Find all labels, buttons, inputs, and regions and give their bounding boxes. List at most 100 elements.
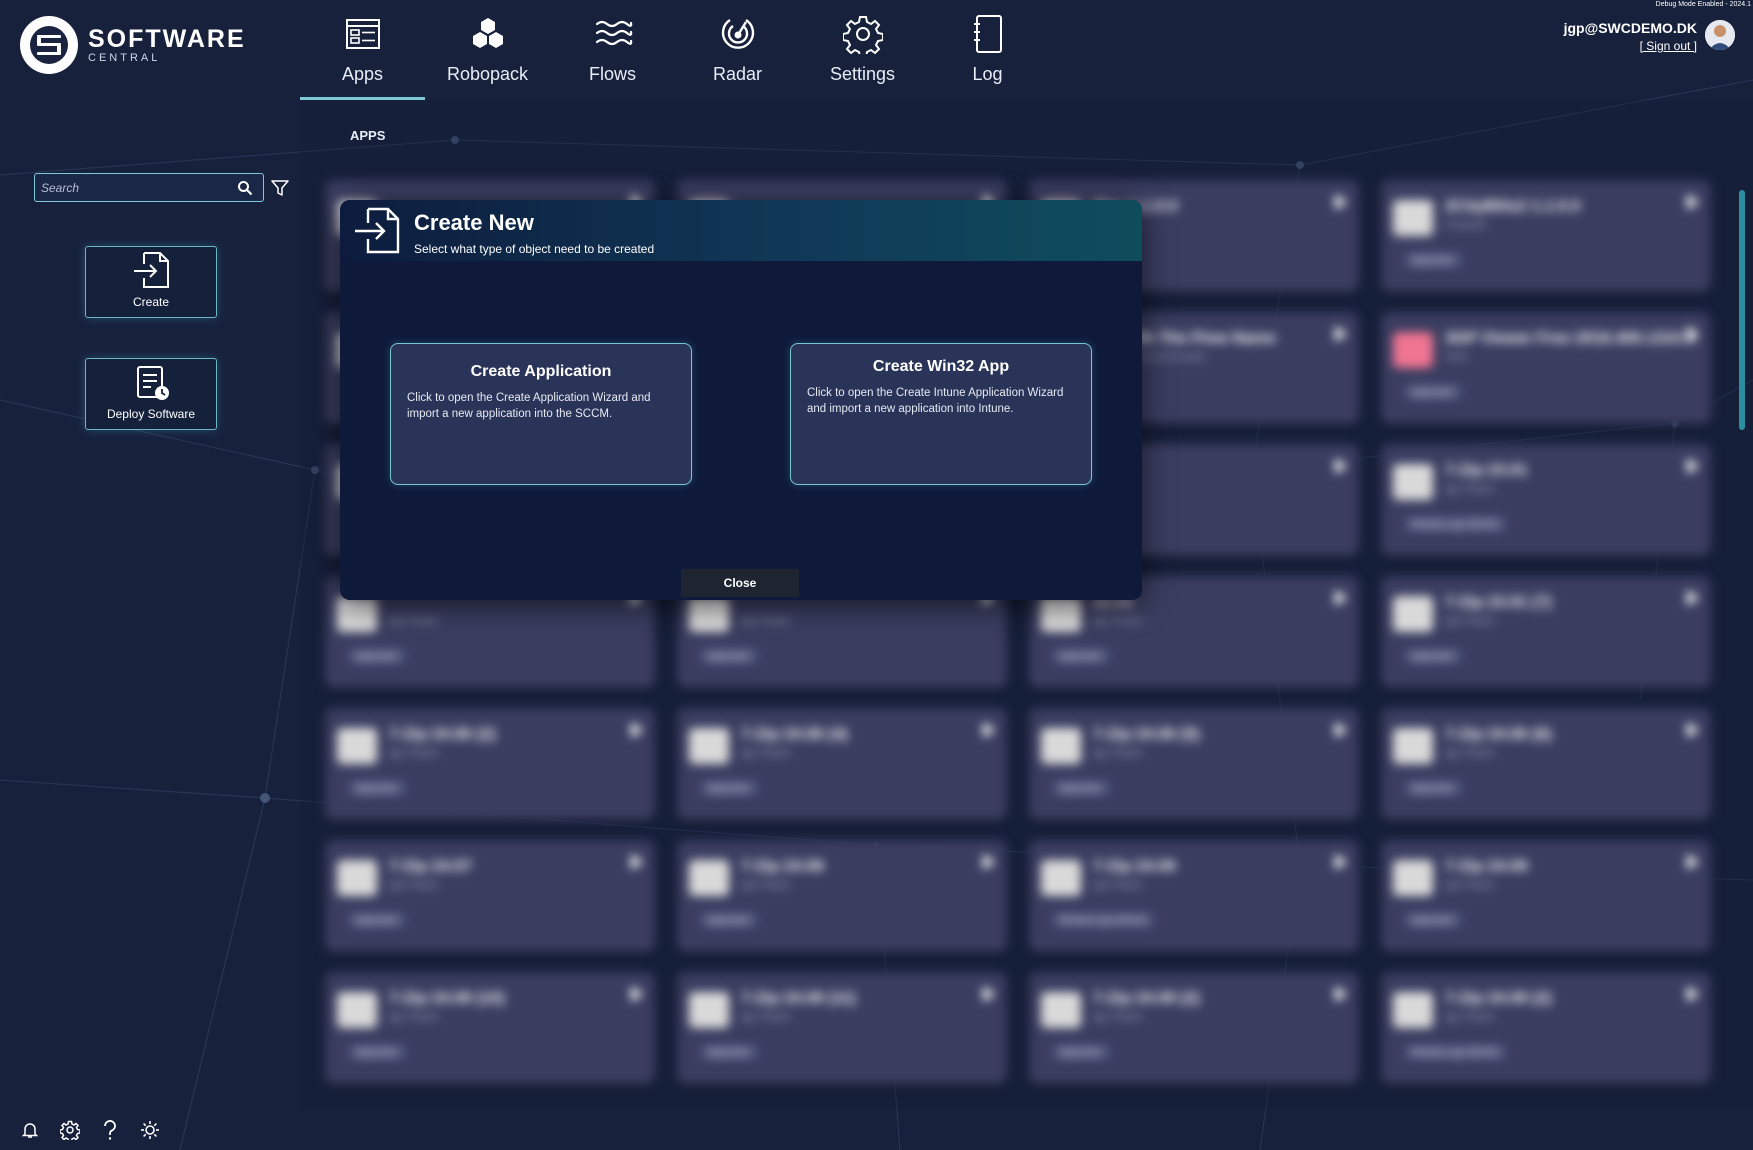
create-button[interactable]: Create: [85, 246, 217, 318]
app-tile-name: 7-Zip 23.01 (7): [1445, 594, 1552, 611]
play-icon[interactable]: [1335, 458, 1347, 474]
preferences-button[interactable]: [50, 1117, 90, 1143]
filter-icon[interactable]: [271, 179, 289, 197]
deploy-software-icon: [137, 366, 169, 400]
gear-icon: [842, 16, 883, 54]
nav-flows-label: Flows: [588, 64, 636, 84]
app-tile[interactable]: 3GP Viewer Free 2016.400.1310.0 Aone Appli…: [1381, 312, 1711, 424]
app-tile-type-badge: Windows app (Win32): [1403, 1044, 1508, 1060]
app-tile[interactable]: 7-Zip 24.06 (6) Igor Pavlov Application: [1381, 708, 1711, 820]
app-tile[interactable]: 7-Zip 24.06 (4) Igor Pavlov Application: [677, 708, 1007, 820]
scrollbar[interactable]: [1739, 190, 1745, 430]
app-tile-icon: [1393, 860, 1433, 896]
app-tile[interactable]: 7-Zip 24.09 Igor Pavlov Application: [1381, 840, 1711, 952]
play-icon[interactable]: [1687, 326, 1699, 342]
nav-settings-label: Settings: [829, 64, 896, 84]
app-tile[interactable]: 7-Zip 24.06 (2) Igor Pavlov Application: [325, 708, 655, 820]
app-tile[interactable]: 7-Zip 24.09 (2) Igor Pavlov Windows app (W…: [1381, 972, 1711, 1084]
nav-radar-label: Radar: [712, 64, 763, 84]
play-icon[interactable]: [983, 722, 995, 738]
main-nav: Apps Robopack Flows Radar Settings Log: [300, 0, 1050, 100]
play-icon[interactable]: [631, 986, 643, 1002]
help-button[interactable]: [90, 1117, 130, 1143]
app-tile-name: 7-Zip 24.09 (11): [741, 990, 856, 1007]
app-tile-icon: [337, 992, 377, 1028]
app-tile-icon: [1393, 728, 1433, 764]
dialog-header: Create New Select what type of object ne…: [340, 200, 1142, 261]
app-tile-name: 3GP Viewer Free 2016.400.1310.0: [1445, 330, 1696, 347]
play-icon[interactable]: [1335, 986, 1347, 1002]
theme-toggle-button[interactable]: [130, 1117, 170, 1143]
play-icon[interactable]: [983, 986, 995, 1002]
play-icon[interactable]: [1687, 458, 1699, 474]
search-input[interactable]: [41, 180, 231, 195]
play-icon[interactable]: [1687, 986, 1699, 1002]
sign-out-link[interactable]: [ Sign out ]: [1640, 39, 1697, 53]
app-tile-type-badge: Application: [699, 1044, 760, 1060]
create-application-description: Click to open the Create Application Wiz…: [407, 392, 651, 420]
app-tile-publisher: Igor Pavlov: [1445, 1012, 1496, 1023]
create-icon: [134, 252, 169, 288]
play-icon[interactable]: [1335, 194, 1347, 210]
app-tile-type-badge: Application: [1403, 252, 1464, 268]
app-tile-publisher: Igor Pavlov: [1093, 616, 1144, 627]
app-tile-icon: [1041, 992, 1081, 1028]
close-button[interactable]: Close: [681, 569, 799, 597]
app-tile-publisher: Igor Pavlov: [1093, 880, 1144, 891]
play-icon[interactable]: [1687, 854, 1699, 870]
search-icon[interactable]: [237, 180, 253, 196]
create-win32-app-option[interactable]: Create Win32 App Click to open the Creat…: [790, 343, 1092, 485]
app-tile-name: 7-Zip 24.09 (2): [1093, 990, 1200, 1007]
apps-icon: [345, 19, 380, 49]
app-tile-icon: [337, 860, 377, 896]
play-icon[interactable]: [1335, 326, 1347, 342]
play-icon[interactable]: [1687, 722, 1699, 738]
play-icon[interactable]: [1335, 590, 1347, 606]
play-icon[interactable]: [1687, 590, 1699, 606]
app-tile-name: 7-Zip 24.09 (2): [1445, 990, 1552, 1007]
app-tile[interactable]: 7-Zip 24.08 Igor Pavlov Application: [677, 840, 1007, 952]
app-logo[interactable]: SOFTWARE CENTRAL: [20, 16, 246, 74]
app-tile-publisher: Igor Pavlov: [741, 748, 792, 759]
nav-radar[interactable]: Radar: [675, 0, 800, 100]
nav-apps[interactable]: Apps: [300, 0, 425, 100]
play-icon[interactable]: [1335, 854, 1347, 870]
app-tile[interactable]: 7-Zip 24.09 Igor Pavlov Windows app (Win32…: [1029, 840, 1359, 952]
app-tile-type-badge: Application: [1051, 1044, 1112, 1060]
avatar[interactable]: [1705, 20, 1735, 50]
logo-mark-icon: [20, 16, 78, 74]
app-tile[interactable]: 7-Zip 24.06 (5) Igor Pavlov Application: [1029, 708, 1359, 820]
play-icon[interactable]: [983, 854, 995, 870]
nav-log-label: Log: [972, 64, 1003, 84]
app-tile[interactable]: 7-Zip 24.09 (10) Igor Pavlov Application: [325, 972, 655, 1084]
app-tile-name: 7-Zip 24.06 (5): [1093, 726, 1200, 743]
app-tile[interactable]: 7-Zip 24.09 (2) Igor Pavlov Application: [1029, 972, 1359, 1084]
robopack-icon: [472, 18, 503, 48]
play-icon[interactable]: [631, 722, 643, 738]
play-icon[interactable]: [631, 854, 643, 870]
notifications-button[interactable]: [10, 1117, 50, 1143]
create-application-option[interactable]: Create Application Click to open the Cre…: [390, 343, 692, 485]
app-tile[interactable]: 7-Zip 23.01 (7) Igor Pavlov Application: [1381, 576, 1711, 688]
bottom-toolbar: [10, 1117, 170, 1143]
search-box: [34, 173, 264, 202]
create-new-dialog: Create New Select what type of object ne…: [340, 200, 1142, 600]
deploy-software-button[interactable]: Deploy Software: [85, 358, 217, 430]
nav-flows[interactable]: Flows: [550, 0, 675, 100]
deploy-software-label: Deploy Software: [106, 407, 196, 421]
sun-icon: [141, 1121, 159, 1139]
nav-log[interactable]: Log: [925, 0, 1050, 100]
nav-settings[interactable]: Settings: [800, 0, 925, 100]
app-tile-icon: [337, 728, 377, 764]
play-icon[interactable]: [1335, 722, 1347, 738]
create-win32-app-title: Create Win32 App: [872, 358, 1010, 375]
nav-robopack[interactable]: Robopack: [425, 0, 550, 100]
app-tile[interactable]: 2CityBlitz2 1.1.0.0 Freeware Application: [1381, 180, 1711, 292]
app-tile[interactable]: 7-Zip 24.07 Igor Pavlov Application: [325, 840, 655, 952]
app-tile-icon: [689, 992, 729, 1028]
app-tile-publisher: Igor Pavlov: [741, 1012, 792, 1023]
play-icon[interactable]: [1687, 194, 1699, 210]
app-tile[interactable]: 7-Zip 24.09 (11) Igor Pavlov Application: [677, 972, 1007, 1084]
app-tile[interactable]: 7-Zip 23.01 Igor Pavlov Windows app (Win32…: [1381, 444, 1711, 556]
app-tile-name: 7-Zip 24.06 (4): [741, 726, 848, 743]
